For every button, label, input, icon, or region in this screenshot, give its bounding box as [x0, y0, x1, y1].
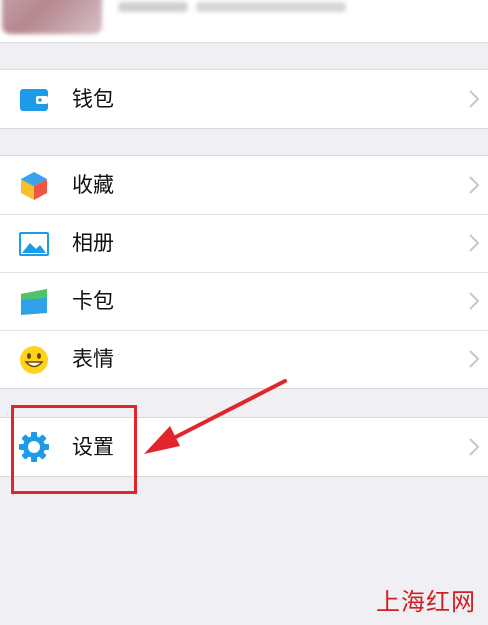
chevron-right-icon — [469, 292, 480, 310]
features-group: 收藏 相册 卡包 表情 — [0, 155, 488, 389]
menu-item-label: 钱包 — [72, 87, 114, 111]
chevron-right-icon — [469, 90, 480, 108]
chevron-right-icon — [469, 176, 480, 194]
wallet-group: 钱包 — [0, 69, 488, 129]
smiley-icon — [20, 346, 48, 374]
annotation-arrow-icon — [144, 379, 287, 454]
blurred-account-id — [196, 2, 346, 12]
chevron-right-icon — [469, 438, 480, 456]
watermark: 上海红网 — [376, 588, 476, 616]
wallet-icon — [20, 89, 48, 111]
chevron-right-icon — [469, 234, 480, 252]
menu-item-label: 相册 — [72, 231, 114, 255]
picture-icon — [19, 232, 49, 256]
menu-item-cards[interactable]: 卡包 — [0, 272, 488, 330]
blurred-nickname — [118, 2, 188, 12]
profile-header[interactable] — [0, 0, 488, 43]
card-icon — [21, 289, 47, 315]
menu-item-label: 表情 — [72, 347, 114, 371]
chevron-right-icon — [469, 350, 480, 368]
highlight-box — [11, 405, 137, 494]
menu-item-album[interactable]: 相册 — [0, 214, 488, 272]
menu-item-label: 收藏 — [72, 173, 114, 197]
cube-icon — [21, 172, 47, 200]
menu-item-label: 卡包 — [72, 289, 114, 313]
menu-item-wallet[interactable]: 钱包 — [0, 70, 488, 128]
menu-item-favorites[interactable]: 收藏 — [0, 156, 488, 214]
avatar[interactable] — [2, 0, 102, 34]
